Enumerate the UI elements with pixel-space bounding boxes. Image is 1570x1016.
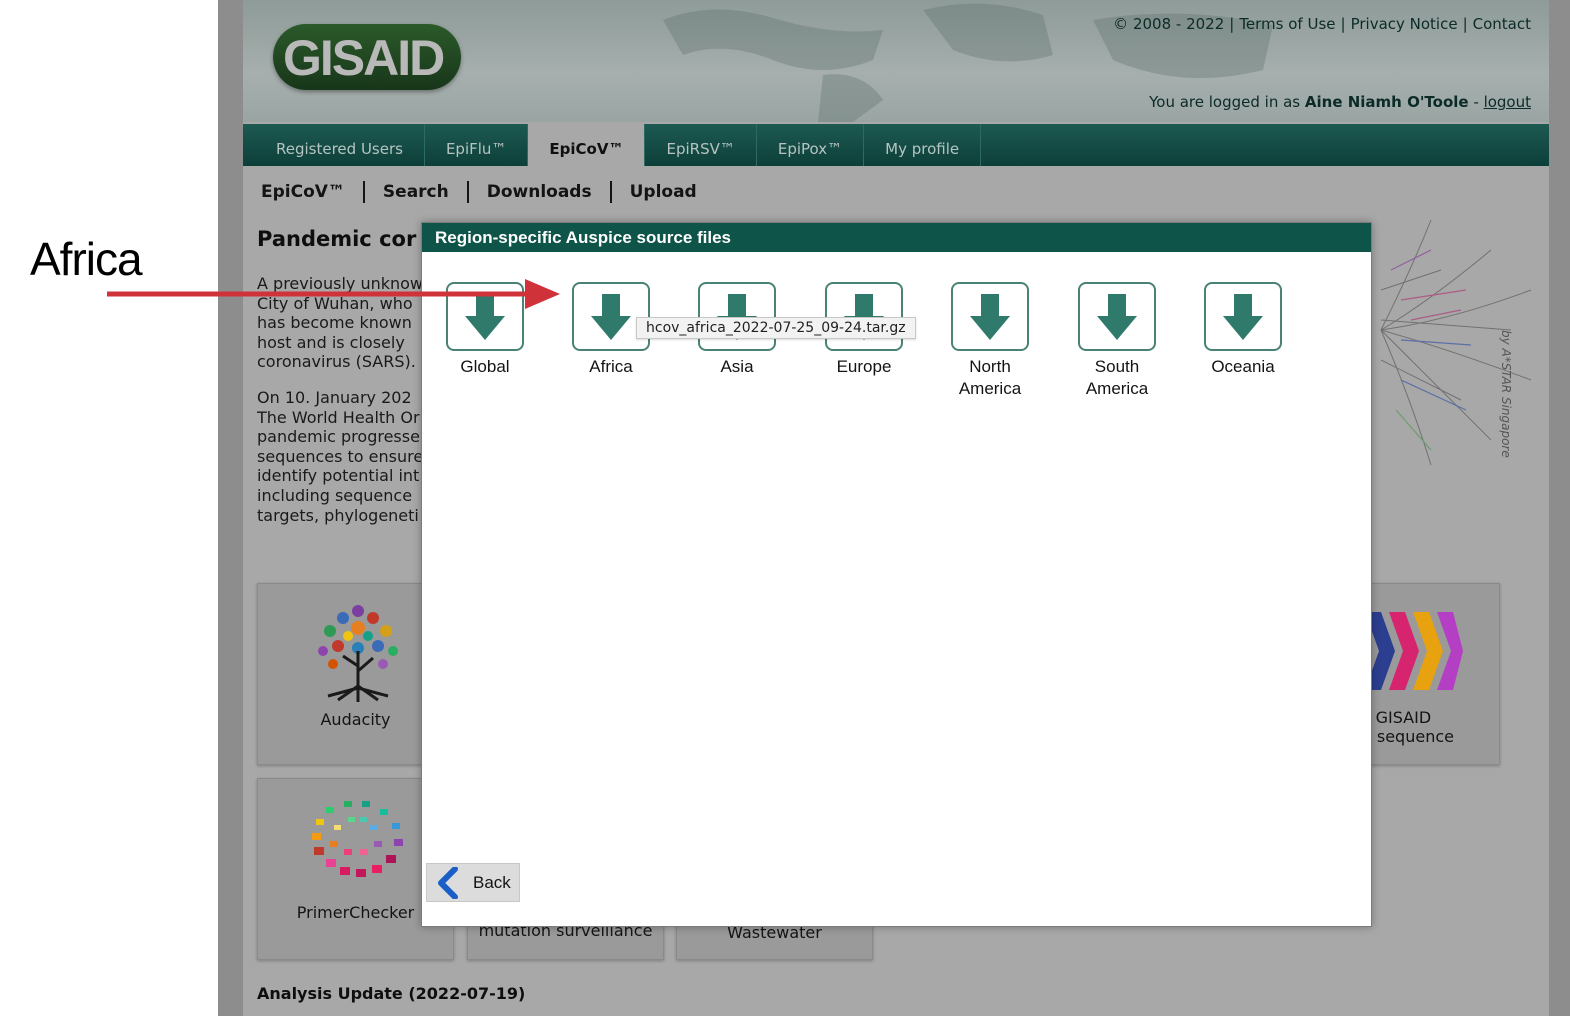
region-label-line2: America	[1085, 378, 1149, 398]
top-links: © 2008 - 2022 | Terms of Use | Privacy Notic…	[1113, 15, 1531, 33]
subnav-search[interactable]: Search	[365, 181, 469, 203]
region-label: Africa	[548, 356, 674, 378]
intro-line: has become known	[257, 313, 412, 333]
download-oceania-button[interactable]	[1204, 282, 1282, 351]
subnav-epicov[interactable]: EpiCoV™	[261, 181, 365, 203]
modal-title: Region-specific Auspice source files	[422, 223, 1371, 252]
intro-line: targets, phylogeneti	[257, 505, 419, 525]
tab-epipox[interactable]: EpiPox™	[757, 124, 865, 166]
main-nav: Registered Users EpiFlu™ EpiCoV™ EpiRSV™…	[243, 124, 1549, 166]
audacity-tree-icon	[318, 605, 398, 702]
intro-line: pandemic progresse	[257, 427, 420, 447]
intro-line: On 10. January 202	[257, 387, 412, 407]
region-label-line1: Europe	[836, 357, 892, 376]
login-separator: -	[1473, 93, 1479, 111]
user-name: Aine Niamh O'Toole	[1304, 93, 1469, 111]
terms-link[interactable]: Terms of Use	[1239, 15, 1335, 33]
login-status: You are logged in as Aine Niamh O'Toole …	[1149, 93, 1531, 111]
download-arrow-icon	[591, 294, 631, 340]
intro-line: including sequence	[257, 485, 413, 505]
tab-epicov[interactable]: EpiCoV™	[528, 124, 646, 166]
pandemic-heading: Pandemic cor	[257, 227, 417, 251]
download-global-button[interactable]	[446, 282, 524, 351]
tab-registered-users[interactable]: Registered Users	[243, 124, 425, 166]
auspice-modal: Region-specific Auspice source files Glo…	[421, 222, 1372, 927]
subnav-upload[interactable]: Upload	[612, 181, 715, 203]
tab-epiflu[interactable]: EpiFlu™	[425, 124, 529, 166]
back-label: Back	[473, 872, 511, 892]
region-label-line1: Global	[460, 357, 510, 376]
download-north-america-button[interactable]	[951, 282, 1029, 351]
intro-line: City of Wuhan, who	[257, 293, 413, 313]
logo-text: GISAID	[283, 30, 445, 86]
header: GISAID © 2008 - 2022 | Terms of Use | Privac…	[243, 0, 1549, 122]
download-south-america-button[interactable]	[1078, 282, 1156, 351]
intro-text: A previously unknow City of Wuhan, who h…	[257, 274, 427, 541]
region-label-line2: America	[958, 378, 1022, 398]
annotation-area: Africa	[0, 0, 218, 1016]
region-label-line1: North	[969, 357, 1011, 376]
copyright-text: © 2008 - 2022	[1113, 15, 1225, 33]
region-north-america: North America	[927, 282, 1053, 399]
download-arrow-icon	[465, 294, 505, 340]
tab-epirsv[interactable]: EpiRSV™	[645, 124, 757, 166]
region-oceania: Oceania	[1180, 282, 1306, 378]
phylogenetic-tree-graphic	[1380, 219, 1532, 466]
region-label: Asia	[674, 356, 800, 378]
download-arrow-icon	[970, 294, 1010, 340]
region-label-line1: Oceania	[1211, 357, 1275, 376]
back-button[interactable]: Back	[426, 863, 520, 902]
download-arrow-icon	[1097, 294, 1137, 340]
region-label-line1: Asia	[720, 357, 754, 376]
download-filename-tooltip: hcov_africa_2022-07-25_09-24.tar.gz	[636, 317, 916, 339]
subnav-downloads[interactable]: Downloads	[469, 181, 612, 203]
region-label: South America	[1054, 356, 1180, 399]
intro-line: identify potential int	[257, 466, 420, 486]
tab-my-profile[interactable]: My profile	[864, 124, 982, 166]
intro-line: host and is closely	[257, 332, 405, 352]
download-arrow-icon	[1223, 294, 1263, 340]
gisaid-logo[interactable]: GISAID	[273, 24, 461, 90]
intro-line: coronavirus (SARS).	[257, 352, 416, 372]
region-label: North America	[927, 356, 1053, 399]
tree-credit: by A*STAR Singapore	[1499, 330, 1513, 458]
annotation-label: Africa	[30, 233, 143, 285]
primerchecker-icon	[312, 801, 403, 877]
region-label: Global	[422, 356, 548, 378]
region-label-line1: Africa	[589, 357, 633, 376]
intro-line: sequences to ensure	[257, 446, 424, 466]
logout-link[interactable]: logout	[1484, 93, 1531, 111]
region-label: Europe	[801, 356, 927, 378]
login-prefix: You are logged in as	[1149, 93, 1301, 111]
analysis-update-heading: Analysis Update (2022-07-19)	[257, 984, 526, 1003]
intro-line: The World Health Or	[257, 407, 420, 427]
region-south-america: South America	[1054, 282, 1180, 399]
region-global: Global	[422, 282, 548, 378]
contact-link[interactable]: Contact	[1473, 15, 1531, 33]
intro-line: A previously unknow	[257, 274, 423, 293]
privacy-link[interactable]: Privacy Notice	[1351, 15, 1458, 33]
chevron-left-icon	[438, 866, 458, 899]
sub-nav: EpiCoV™ Search Downloads Upload	[261, 181, 715, 203]
region-label-line1: South	[1094, 357, 1140, 376]
region-label: Oceania	[1180, 356, 1306, 378]
